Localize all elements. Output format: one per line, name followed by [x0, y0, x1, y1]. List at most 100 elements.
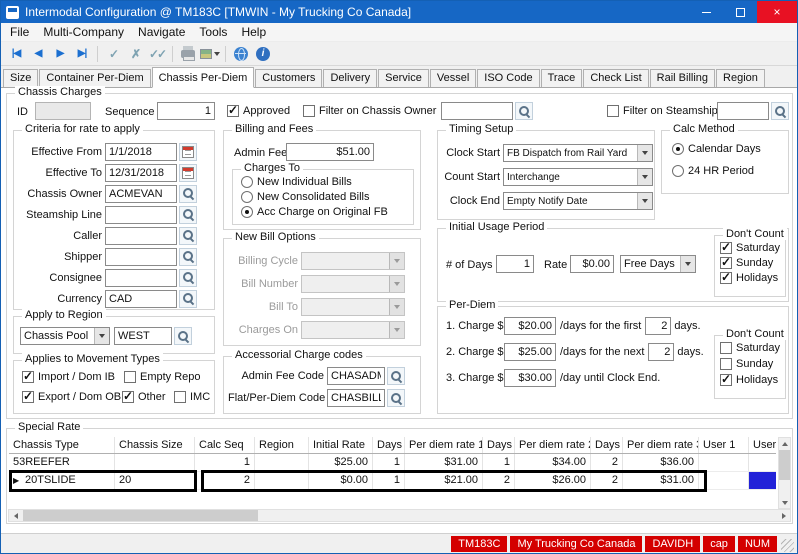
holidays-checkbox[interactable]: [720, 272, 732, 284]
charge-3-amount-field[interactable]: [504, 369, 556, 387]
search-icon[interactable]: [387, 389, 405, 407]
caller-field[interactable]: [105, 227, 177, 245]
export-dom-ob-checkbox[interactable]: [22, 391, 34, 403]
menu-help[interactable]: Help: [234, 23, 273, 41]
tab-trace[interactable]: Trace: [541, 69, 583, 87]
grid-cell[interactable]: [115, 454, 195, 471]
grid-cell[interactable]: [255, 454, 309, 471]
filter-steamship-field[interactable]: [717, 102, 769, 120]
charge-2-amount-field[interactable]: [504, 343, 556, 361]
search-icon[interactable]: [179, 185, 197, 203]
search-icon[interactable]: [179, 290, 197, 308]
charge-2-days-field[interactable]: [648, 343, 674, 361]
grid-cell[interactable]: $34.00: [515, 454, 591, 471]
grid-header-cell[interactable]: Days: [373, 437, 405, 453]
consignee-field[interactable]: [105, 269, 177, 287]
tab-vessel[interactable]: Vessel: [430, 69, 476, 87]
region-mode-select[interactable]: Chassis Pool: [20, 327, 110, 345]
new-individual-bills-radio[interactable]: [241, 176, 253, 188]
save-button[interactable]: ✓: [103, 44, 123, 64]
export-button[interactable]: [200, 44, 220, 64]
approve-button[interactable]: ✓✓: [147, 44, 167, 64]
tab-rail-billing[interactable]: Rail Billing: [650, 69, 715, 87]
vertical-scrollbar[interactable]: [778, 437, 791, 509]
rate-field[interactable]: [570, 255, 614, 273]
search-icon[interactable]: [771, 102, 789, 120]
cancel-button[interactable]: ✗: [125, 44, 145, 64]
tab-chassis-per-diem[interactable]: Chassis Per-Diem: [152, 67, 255, 88]
grid-header-cell[interactable]: Initial Rate: [309, 437, 373, 453]
first-record-button[interactable]: |◀: [6, 44, 26, 64]
clock-start-select[interactable]: FB Dispatch from Rail Yard: [503, 144, 653, 162]
24-hr-period-radio[interactable]: [672, 165, 684, 177]
new-consolidated-bills-radio[interactable]: [241, 191, 253, 203]
tab-check-list[interactable]: Check List: [583, 69, 648, 87]
search-icon[interactable]: [387, 367, 405, 385]
admin-fee-code-field[interactable]: [327, 367, 385, 385]
grid-header-cell[interactable]: Chassis Size: [115, 437, 195, 453]
count-start-select[interactable]: Interchange: [503, 168, 653, 186]
tab-customers[interactable]: Customers: [255, 69, 322, 87]
region-field[interactable]: [114, 327, 172, 345]
empty-repo-checkbox[interactable]: [124, 371, 136, 383]
grid-header-cell[interactable]: Region: [255, 437, 309, 453]
grid-header-cell[interactable]: User 1: [699, 437, 749, 453]
grid-cell[interactable]: [699, 454, 749, 471]
grid-cell[interactable]: [749, 454, 776, 471]
search-icon[interactable]: [515, 102, 533, 120]
grid-cell-cursor[interactable]: [749, 472, 776, 489]
grid-cell[interactable]: $25.00: [309, 454, 373, 471]
web-button[interactable]: [231, 44, 251, 64]
steamship-line-field[interactable]: [105, 206, 177, 224]
search-icon[interactable]: [179, 227, 197, 245]
minimize-button[interactable]: [689, 1, 723, 23]
horizontal-scrollbar-thumb[interactable]: [23, 510, 258, 521]
grid-cell[interactable]: 1: [373, 454, 405, 471]
num-days-field[interactable]: [496, 255, 534, 273]
grid-header-cell[interactable]: Calc Seq: [195, 437, 255, 453]
tab-delivery[interactable]: Delivery: [323, 69, 377, 87]
grid-cell[interactable]: 2: [591, 454, 623, 471]
search-icon[interactable]: [179, 248, 197, 266]
other-checkbox[interactable]: [122, 391, 134, 403]
charge-1-days-field[interactable]: [645, 317, 671, 335]
tab-service[interactable]: Service: [378, 69, 429, 87]
imc-checkbox[interactable]: [174, 391, 186, 403]
menu-tools[interactable]: Tools: [192, 23, 234, 41]
flat-per-diem-code-field[interactable]: [327, 389, 385, 407]
grid-cell[interactable]: 1: [483, 454, 515, 471]
tab-iso-code[interactable]: ISO Code: [477, 69, 539, 87]
saturday-checkbox[interactable]: [720, 342, 732, 354]
effective-from-field[interactable]: [105, 143, 177, 161]
maximize-button[interactable]: [723, 1, 757, 23]
sunday-checkbox[interactable]: [720, 358, 732, 370]
grid-header-cell[interactable]: Days: [591, 437, 623, 453]
grid-header-cell[interactable]: Per diem rate 2: [515, 437, 591, 453]
search-icon[interactable]: [179, 206, 197, 224]
acc-charge-original-fb-radio[interactable]: [241, 206, 253, 218]
grid-cell[interactable]: 1: [195, 454, 255, 471]
calendar-icon[interactable]: [179, 143, 197, 161]
grid-cell[interactable]: 53REEFER: [9, 454, 115, 471]
grid-cell[interactable]: $31.00: [405, 454, 483, 471]
close-button[interactable]: ×: [757, 1, 797, 23]
sequence-field[interactable]: [157, 102, 215, 120]
scroll-right-button[interactable]: [777, 510, 790, 521]
vertical-scrollbar-thumb[interactable]: [779, 450, 790, 480]
menu-multi-company[interactable]: Multi-Company: [36, 23, 131, 41]
next-record-button[interactable]: ▶: [50, 44, 70, 64]
shipper-field[interactable]: [105, 248, 177, 266]
rate-type-select[interactable]: Free Days: [620, 255, 696, 273]
resize-grip[interactable]: [781, 539, 794, 552]
import-dom-ib-checkbox[interactable]: [22, 371, 34, 383]
tab-region[interactable]: Region: [716, 69, 765, 87]
search-icon[interactable]: [174, 327, 192, 345]
sunday-checkbox[interactable]: [720, 257, 732, 269]
calendar-days-radio[interactable]: [672, 143, 684, 155]
scroll-left-button[interactable]: [9, 510, 22, 521]
admin-fee-field[interactable]: [286, 143, 374, 161]
scroll-up-button[interactable]: [778, 438, 791, 449]
filter-steamship-checkbox[interactable]: [607, 105, 619, 117]
search-icon[interactable]: [179, 269, 197, 287]
filter-chassis-owner-field[interactable]: [441, 102, 513, 120]
